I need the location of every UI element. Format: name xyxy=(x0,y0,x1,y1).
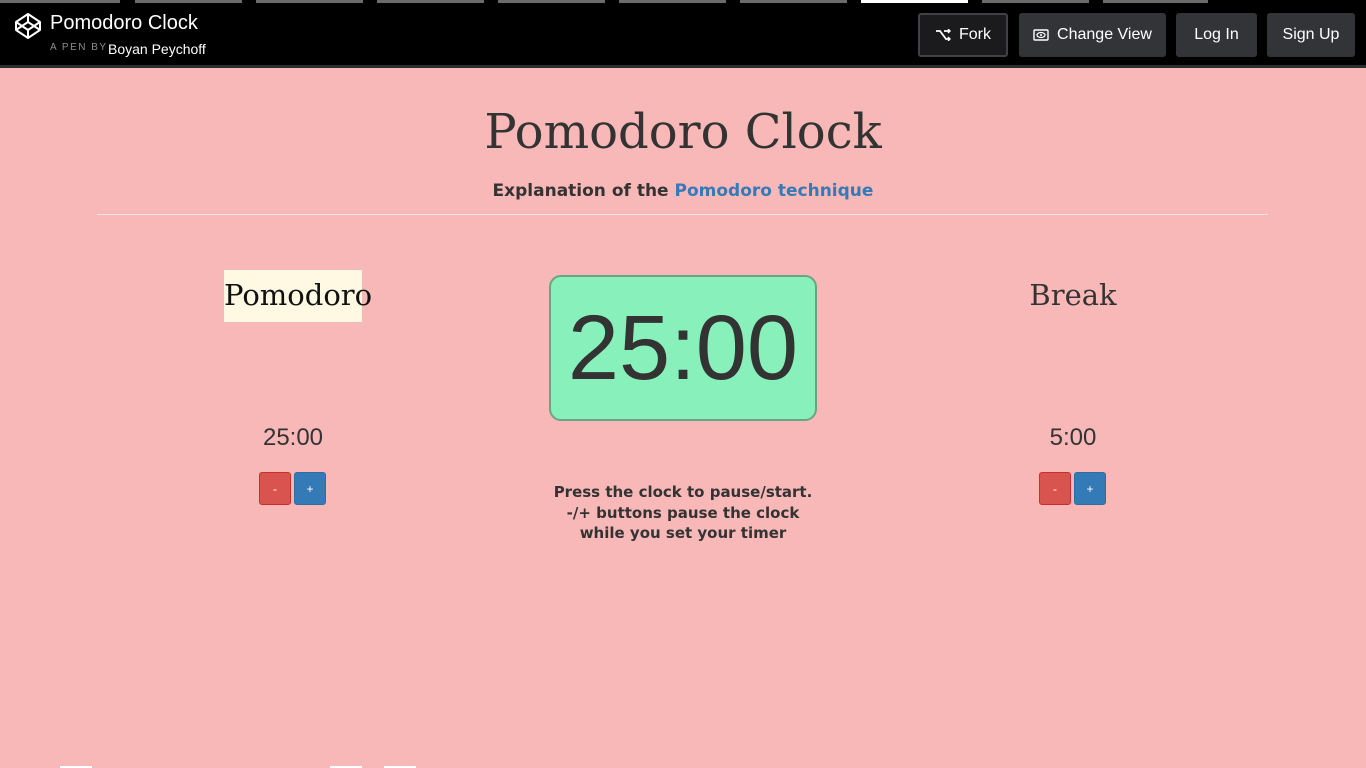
instructions-plus-minus: -/+ xyxy=(566,503,591,522)
instructions-line-3: while you set your timer xyxy=(579,524,787,542)
signup-label: Sign Up xyxy=(1282,26,1340,43)
login-button[interactable]: Log In xyxy=(1176,13,1257,57)
pomodoro-technique-link[interactable]: Pomodoro technique xyxy=(675,181,874,201)
session-increment-button[interactable]: + xyxy=(294,472,326,505)
tab-indicator[interactable] xyxy=(982,0,1089,3)
change-view-label: Change View xyxy=(1057,26,1152,43)
break-length: 5:00 xyxy=(1049,424,1097,451)
session-label: Pomodoro xyxy=(224,270,372,322)
instructions-line-2-rest: buttons pause the clock xyxy=(596,503,800,522)
fork-icon xyxy=(936,29,951,41)
tab-indicator[interactable] xyxy=(256,0,363,3)
break-increment-button[interactable]: + xyxy=(1074,472,1106,505)
tab-indicator[interactable] xyxy=(498,0,605,3)
subtitle: Explanation of the Pomodoro technique xyxy=(0,181,1366,201)
instructions-line-2: -/+ buttons pause the clock xyxy=(483,503,883,524)
divider xyxy=(97,214,1268,215)
fork-button[interactable]: Fork xyxy=(918,13,1008,57)
login-label: Log In xyxy=(1194,26,1239,43)
break-decrement-button[interactable]: - xyxy=(1039,472,1071,505)
codepen-header: Pomodoro Clock A PEN BY Boyan Peychoff F… xyxy=(0,0,1366,68)
page-title: Pomodoro Clock xyxy=(484,104,882,160)
change-view-button[interactable]: Change View xyxy=(1019,13,1166,57)
pen-title[interactable]: Pomodoro Clock xyxy=(50,12,198,35)
codepen-logo-icon[interactable] xyxy=(14,12,42,40)
fork-label: Fork xyxy=(959,26,991,43)
timer-clock[interactable]: 25:00 xyxy=(549,275,817,421)
tab-indicator[interactable] xyxy=(0,0,120,3)
subtitle-text: Explanation of the xyxy=(492,181,669,201)
eye-icon xyxy=(1033,29,1049,41)
tab-indicator[interactable] xyxy=(1103,0,1208,3)
break-label: Break xyxy=(1029,278,1117,312)
pen-by-label: A PEN BY xyxy=(50,42,108,53)
session-length: 25:00 xyxy=(262,424,324,451)
instructions-line-1: Press the clock to pause/start. xyxy=(553,483,813,501)
tab-indicator[interactable] xyxy=(740,0,847,3)
tab-indicator[interactable] xyxy=(135,0,242,3)
tab-strip xyxy=(0,0,1366,3)
tab-indicator[interactable] xyxy=(619,0,726,3)
pen-author-link[interactable]: Boyan Peychoff xyxy=(108,41,206,57)
tab-indicator[interactable] xyxy=(377,0,484,3)
tab-indicator-active[interactable] xyxy=(861,0,968,3)
signup-button[interactable]: Sign Up xyxy=(1267,13,1355,57)
session-decrement-button[interactable]: - xyxy=(259,472,291,505)
instructions: Press the clock to pause/start. -/+ butt… xyxy=(483,482,883,544)
